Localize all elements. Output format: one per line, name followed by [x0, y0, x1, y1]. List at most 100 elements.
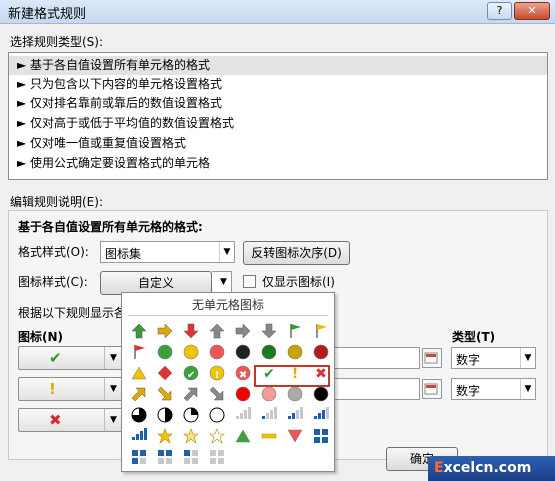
icon-set-option-quad-icon	[132, 450, 146, 464]
rule-type-label: 选择规则类型(S):	[10, 35, 104, 49]
icon-set-option-quad-icon	[184, 450, 198, 464]
rules-intro-text: 根据以下规则显示各	[18, 306, 127, 320]
rule-type-item[interactable]: ► 使用公式确定要设置格式的单元格	[9, 154, 547, 173]
cell-picker-icon[interactable]	[422, 379, 442, 399]
icon-set-option-circ-icon: !	[209, 365, 225, 381]
icon-set-option-arrow-icon	[209, 386, 224, 401]
icon-select-1[interactable]: ✔ ▼	[18, 346, 123, 370]
rule-type-item[interactable]: ► 仅对高于或低于平均值的数值设置格式	[9, 114, 547, 133]
format-style-label: 格式样式(O):	[18, 245, 89, 259]
green-check-icon: ✔	[49, 349, 62, 367]
type-select-1[interactable]: 数字 ▼	[451, 347, 536, 369]
edit-rule-label: 编辑规则说明(E):	[10, 195, 103, 209]
icon-set-option-bars-icon	[262, 407, 277, 419]
icon-set-option-circ-icon	[287, 386, 303, 402]
icon-set-option-arrow-icon	[183, 323, 199, 339]
icon-set-option-star-icon	[157, 428, 173, 444]
cell-picker-icon[interactable]	[422, 348, 442, 368]
rule-heading: 基于各自值设置所有单元格的格式:	[18, 220, 203, 234]
icon-set-option-arrow-icon	[261, 323, 277, 339]
icon-set-option-tri-icon	[287, 429, 303, 443]
icon-set-option-pie-icon	[209, 407, 225, 423]
icon-set-option-flag-icon	[290, 324, 301, 338]
no-cell-icon-option[interactable]: 无单元格图标	[122, 296, 334, 313]
icon-style-label: 图标样式(C):	[18, 275, 88, 289]
red-cross-icon: ✖	[49, 411, 62, 429]
chevron-down-icon: ▼	[520, 348, 535, 368]
icon-set-option-tri-icon	[131, 366, 147, 380]
icon-set-option-tri-icon	[235, 429, 251, 443]
rule-type-item[interactable]: ► 基于各自值设置所有单元格的格式	[9, 56, 547, 75]
rule-type-item[interactable]: ► 只为包含以下内容的单元格设置格式	[9, 75, 547, 94]
icon-select-3[interactable]: ✖ ▼	[18, 408, 123, 432]
format-style-value: 图标集	[105, 247, 142, 261]
icon-set-option-circ-icon: ✖	[235, 365, 251, 381]
icon-set-option-arrow-icon	[131, 387, 146, 402]
rule-type-item[interactable]: ► 仅对唯一值或重复值设置格式	[9, 134, 547, 153]
icon-set-option-arrow-icon	[157, 386, 172, 401]
watermark-logo: Excelcn.com	[428, 456, 555, 481]
svg-text:✔: ✔	[187, 370, 195, 381]
type-select-2[interactable]: 数字 ▼	[451, 378, 536, 400]
window-title: 新建格式规则	[8, 7, 87, 22]
show-icon-only-label: 仅显示图标(I)	[262, 275, 335, 289]
icon-set-option-rect-icon	[261, 433, 277, 439]
icon-set-option-circ-icon	[313, 386, 329, 402]
icon-set-option-arrow-icon	[157, 323, 173, 339]
icon-set-option-circ-icon	[261, 386, 277, 402]
icon-set-option-arrow-icon	[131, 323, 147, 339]
icon-set-option-circ-icon	[261, 344, 277, 360]
icon-set-option-arrow-icon	[209, 323, 225, 339]
svg-text:✖: ✖	[239, 370, 247, 381]
icon-set-option-circ-icon	[235, 344, 251, 360]
icon-set-option-arrow-icon	[183, 387, 198, 402]
type-value: 数字	[456, 384, 481, 398]
help-button[interactable]: ?	[487, 2, 512, 20]
divider	[128, 315, 328, 316]
chevron-down-icon: ▼	[520, 379, 535, 399]
value-input-2[interactable]	[330, 378, 420, 400]
rule-type-item[interactable]: ► 仅对排名靠前或靠后的数值设置格式	[9, 94, 547, 113]
selection-highlight	[254, 365, 330, 387]
icon-set-option-circ-icon	[235, 386, 251, 402]
icon-set-option-circ-icon: ✔	[183, 365, 199, 381]
icon-set-option-star-icon	[209, 428, 225, 444]
icon-set-option-pie-icon	[157, 407, 173, 423]
icon-grid[interactable]: ✔! ✖ ✔! ✖	[122, 319, 334, 471]
chevron-down-icon: ▼	[220, 277, 227, 287]
svg-text:!: !	[215, 370, 220, 381]
icon-set-option-dia-icon	[157, 365, 173, 381]
format-style-select[interactable]: 图标集 ▼	[100, 241, 235, 263]
icon-set-option-circ-icon	[313, 344, 329, 360]
value-input-1[interactable]	[330, 347, 420, 369]
icon-select-2[interactable]: ! ▼	[18, 377, 123, 401]
reverse-icon-order-button[interactable]: 反转图标次序(D)	[243, 241, 350, 265]
icon-set-option-pie-icon	[183, 407, 199, 423]
icon-set-option-circ-icon	[157, 344, 173, 360]
chevron-down-icon: ▼	[104, 347, 122, 369]
close-button[interactable]: ✕	[514, 2, 550, 20]
chevron-down-icon: ▼	[219, 242, 234, 262]
icon-style-dropdown[interactable]: ▼	[212, 271, 232, 293]
rule-type-list[interactable]: ► 基于各自值设置所有单元格的格式 ► 只为包含以下内容的单元格设置格式 ► 仅…	[8, 52, 548, 180]
icon-set-option-arrow-icon	[235, 323, 251, 339]
show-icon-only-checkbox[interactable]	[243, 275, 256, 288]
icon-set-option-quad-icon	[314, 429, 328, 443]
chevron-down-icon: ▼	[104, 378, 122, 400]
type-column-header: 类型(T)	[452, 330, 496, 344]
icon-set-option-bars-icon	[236, 407, 251, 419]
icon-set-option-bars-icon	[288, 407, 303, 419]
icon-set-option-circ-icon	[287, 344, 303, 360]
yellow-exclamation-icon: !	[49, 380, 56, 398]
icon-set-option-circ-icon	[209, 344, 225, 360]
type-value: 数字	[456, 353, 481, 367]
icon-set-option-flag-icon	[134, 345, 145, 359]
icon-set-option-star-icon	[183, 428, 199, 444]
icon-set-option-pie-icon	[131, 407, 147, 423]
icon-set-option-quad-icon	[158, 450, 172, 464]
title-bar: 新建格式规则 ? ✕	[0, 0, 555, 24]
icon-set-option-bars-icon	[314, 407, 329, 419]
icon-column-header: 图标(N)	[18, 330, 64, 344]
icon-set-option-bars-icon	[132, 428, 147, 440]
icon-set-option-flag-icon	[316, 324, 327, 338]
